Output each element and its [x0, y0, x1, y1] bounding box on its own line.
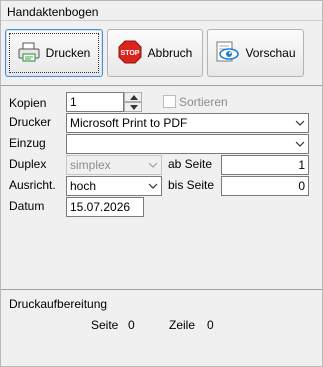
status-separator: [1, 289, 322, 290]
chevron-down-icon: [295, 120, 305, 126]
stop-sign-icon: STOP: [118, 40, 142, 67]
duplex-select-value: simplex: [70, 158, 111, 172]
toolbar-separator: [1, 85, 322, 86]
stop-sign-text: STOP: [120, 50, 139, 57]
date-input[interactable]: 15.07.2026: [66, 197, 144, 217]
page-counter-value: 0: [128, 318, 135, 332]
tray-select[interactable]: [66, 134, 309, 154]
orientation-select[interactable]: hoch: [66, 176, 162, 196]
orientation-select-value: hoch: [70, 179, 97, 193]
chevron-down-icon: [295, 141, 305, 147]
line-counter-label: Zeile: [169, 318, 196, 332]
printer-icon: [18, 42, 40, 65]
copies-input[interactable]: 1: [66, 92, 124, 112]
to-page-input[interactable]: 0: [221, 176, 309, 196]
page-counter-label: Seite: [91, 318, 119, 332]
copies-stepper[interactable]: [124, 92, 142, 112]
line-counter-value: 0: [207, 318, 214, 332]
sort-checkbox[interactable]: [163, 95, 176, 108]
tray-label: Einzug: [9, 136, 46, 150]
copies-stepper-down[interactable]: [124, 102, 142, 112]
preview-button[interactable]: Vorschau: [207, 29, 304, 77]
sort-label: Sortieren: [179, 95, 228, 109]
chevron-up-icon: [130, 95, 138, 100]
from-page-label: ab Seite: [168, 157, 213, 171]
orientation-label: Ausricht.: [9, 178, 56, 192]
copies-stepper-up[interactable]: [124, 92, 142, 102]
preview-button-label: Vorschau: [245, 46, 296, 60]
chevron-down-icon: [148, 183, 158, 189]
printer-select-value: Microsoft Print to PDF: [70, 116, 188, 130]
dialog-window: Handaktenbogen Drucken STOP Abbruch Vors…: [0, 0, 323, 367]
title-bar: Handaktenbogen: [1, 1, 322, 21]
printer-select[interactable]: Microsoft Print to PDF: [66, 113, 309, 133]
to-page-label: bis Seite: [168, 178, 215, 192]
print-button[interactable]: Drucken: [5, 29, 103, 77]
preview-icon: [215, 41, 240, 66]
window-title: Handaktenbogen: [7, 5, 99, 19]
date-label: Datum: [9, 199, 45, 213]
from-page-input[interactable]: 1: [221, 155, 309, 175]
chevron-down-icon: [148, 162, 158, 168]
copies-label: Kopien: [9, 96, 47, 110]
abort-button[interactable]: STOP Abbruch: [107, 29, 203, 77]
duplex-select[interactable]: simplex: [66, 155, 162, 175]
abort-button-label: Abbruch: [147, 46, 193, 60]
status-heading: Druckaufbereitung: [9, 297, 108, 311]
duplex-label: Duplex: [9, 157, 47, 171]
chevron-down-icon: [130, 105, 138, 110]
printer-label: Drucker: [9, 115, 52, 129]
print-button-label: Drucken: [45, 46, 91, 60]
